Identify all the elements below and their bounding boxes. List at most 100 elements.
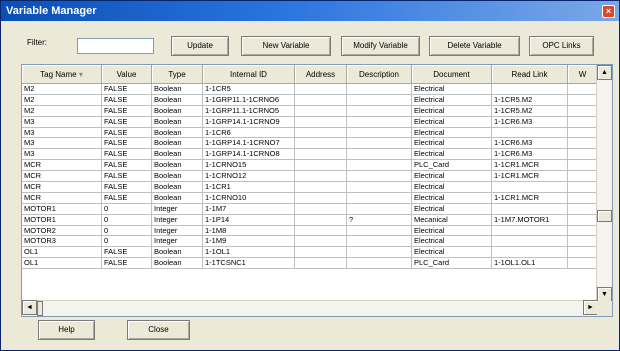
modify-variable-button[interactable]: Modify Variable <box>341 36 420 56</box>
filter-label: Filter: <box>27 38 47 47</box>
close-button-label: Close <box>148 325 169 334</box>
delete-variable-button[interactable]: Delete Variable <box>429 36 520 56</box>
new-variable-button[interactable]: New Variable <box>241 36 331 56</box>
table-cell: Electrical <box>412 225 492 237</box>
modify-variable-button-label: Modify Variable <box>353 41 408 50</box>
table-cell: FALSE <box>102 116 152 128</box>
column-header-value[interactable]: Value <box>102 65 152 84</box>
scroll-up-button[interactable]: ▲ <box>597 65 612 80</box>
table-cell: M3 <box>22 116 102 128</box>
table-cell: M3 <box>22 138 102 150</box>
column-header-write-link[interactable]: W <box>568 65 598 84</box>
table-cell: Electrical <box>412 247 492 259</box>
table-cell: Integer <box>152 236 203 248</box>
table-cell: MOTOR2 <box>22 225 102 237</box>
help-button-label: Help <box>58 325 75 334</box>
horizontal-scroll-thumb[interactable] <box>37 301 43 316</box>
table-cell: 0 <box>102 225 152 237</box>
table-row[interactable]: MOTOR1 0 Integer 1-1M7 Electrical <box>22 203 598 215</box>
table-cell: 1-1M9 <box>203 236 295 248</box>
table-row[interactable]: MCR FALSE Boolean 1-1CRNO12 Electrical 1-1CR1… <box>22 171 598 183</box>
table-cell: 1-1GRP14.1-1CRNO9 <box>203 116 295 128</box>
filter-input[interactable] <box>77 38 154 54</box>
vertical-scroll-thumb[interactable] <box>597 210 612 222</box>
column-header-type[interactable]: Type <box>152 65 203 84</box>
table-cell <box>295 225 347 237</box>
table-cell: Electrical <box>412 236 492 248</box>
table-cell <box>347 258 412 270</box>
table-cell: Mecanical <box>412 214 492 226</box>
vertical-scrollbar[interactable]: ▲ ▼ <box>596 65 612 302</box>
table-cell: Integer <box>152 203 203 215</box>
table-row[interactable]: OL1 FALSE Boolean 1-1TCSNC1 PLC_Card 1-1OL1.O… <box>22 258 598 270</box>
scroll-left-button[interactable]: ◄ <box>22 300 37 315</box>
table-row[interactable]: MOTOR2 0 Integer 1-1M8 Electrical <box>22 225 598 237</box>
column-header-tag-name[interactable]: Tag Name ▾ <box>22 65 102 84</box>
help-button[interactable]: Help <box>38 320 95 340</box>
table-cell <box>295 149 347 161</box>
table-cell <box>347 116 412 128</box>
column-header-description[interactable]: Description <box>347 65 412 84</box>
close-window-button[interactable]: × <box>602 5 615 18</box>
table-cell <box>492 182 568 193</box>
table-row[interactable]: MCR FALSE Boolean 1-1CRNO10 Electrical 1-1CR1… <box>22 192 598 204</box>
table-row[interactable]: M3 FALSE Boolean 1-1CR6 Electrical <box>22 127 598 139</box>
table-cell: Boolean <box>152 171 203 183</box>
column-header-address[interactable]: Address <box>295 65 347 84</box>
table-cell: 1-1CR6.M3 <box>492 116 568 128</box>
table-row[interactable]: M2 FALSE Boolean 1-1GRP11.1-1CRNO6 Electrica… <box>22 94 598 106</box>
opc-links-button[interactable]: OPC Links <box>529 36 594 56</box>
horizontal-scrollbar[interactable]: ◄ ► <box>22 300 598 316</box>
table-row[interactable]: M3 FALSE Boolean 1-1GRP14.1-1CRNO9 Electrica… <box>22 116 598 128</box>
table-cell: 1-1CR5.M2 <box>492 94 568 106</box>
table-row[interactable]: MCR FALSE Boolean 1-1CR1 Electrical <box>22 182 598 193</box>
table-row[interactable]: M2 FALSE Boolean 1-1GRP11.1-1CRNO5 Electrica… <box>22 105 598 117</box>
table-cell: OL1 <box>22 247 102 259</box>
table-cell <box>568 192 598 204</box>
column-header-read-link[interactable]: Read Link <box>492 65 568 84</box>
table-cell: 1-1CR1.MCR <box>492 171 568 183</box>
table-row[interactable]: MOTOR1 0 Integer 1-1P14? Mecanical 1-1M7.MOTO… <box>22 214 598 226</box>
new-variable-button-label: New Variable <box>262 41 310 50</box>
scrollbar-corner <box>597 301 612 316</box>
table-cell <box>347 225 412 237</box>
table-cell <box>347 203 412 215</box>
close-button[interactable]: Close <box>127 320 190 340</box>
table-cell: Boolean <box>152 247 203 259</box>
table-cell <box>295 214 347 226</box>
table-cell: FALSE <box>102 171 152 183</box>
table-cell: Electrical <box>412 94 492 106</box>
table-row[interactable]: MOTOR3 0 Integer 1-1M9 Electrical <box>22 236 598 248</box>
table-cell: Boolean <box>152 160 203 172</box>
column-header-document[interactable]: Document <box>412 65 492 84</box>
table-row[interactable]: M3 FALSE Boolean 1-1GRP14.1-1CRNO8 Electrica… <box>22 149 598 161</box>
table-cell <box>568 247 598 259</box>
table-cell: 1-1M8 <box>203 225 295 237</box>
table-cell: MOTOR1 <box>22 214 102 226</box>
table-cell: M2 <box>22 94 102 106</box>
table-cell: FALSE <box>102 247 152 259</box>
scroll-right-button[interactable]: ► <box>583 300 598 315</box>
table-cell <box>295 94 347 106</box>
table-cell: 1-1GRP11.1-1CRNO6 <box>203 94 295 106</box>
table-row[interactable]: M2 FALSE Boolean 1-1CR5 Electrical <box>22 84 598 95</box>
table-row[interactable]: OL1 FALSE Boolean 1-1OL1 Electrical <box>22 247 598 259</box>
table-cell: MCR <box>22 192 102 204</box>
table-cell <box>347 94 412 106</box>
table-cell <box>347 84 412 95</box>
update-button[interactable]: Update <box>171 36 229 56</box>
table-cell: Integer <box>152 225 203 237</box>
title-bar[interactable]: Variable Manager × <box>1 1 619 21</box>
column-header-internal-id[interactable]: Internal ID <box>203 65 295 84</box>
table-cell: Boolean <box>152 94 203 106</box>
table-row[interactable]: M3 FALSE Boolean 1-1GRP14.1-1CRNO7 Electrica… <box>22 138 598 150</box>
table-cell: 1-1P14 <box>203 214 295 226</box>
table-cell <box>347 182 412 193</box>
table-row[interactable]: MCR FALSE Boolean 1-1CRNO15 PLC_Card 1-1CR1.M… <box>22 160 598 172</box>
scroll-down-button[interactable]: ▼ <box>597 287 612 302</box>
table-body: M2 FALSE Boolean 1-1CR5 Electrical M2 FALSE Boo… <box>22 84 598 302</box>
table-cell: MCR <box>22 182 102 193</box>
table-cell: 1-1CR1.MCR <box>492 192 568 204</box>
table-cell: Boolean <box>152 182 203 193</box>
table-cell: 0 <box>102 203 152 215</box>
